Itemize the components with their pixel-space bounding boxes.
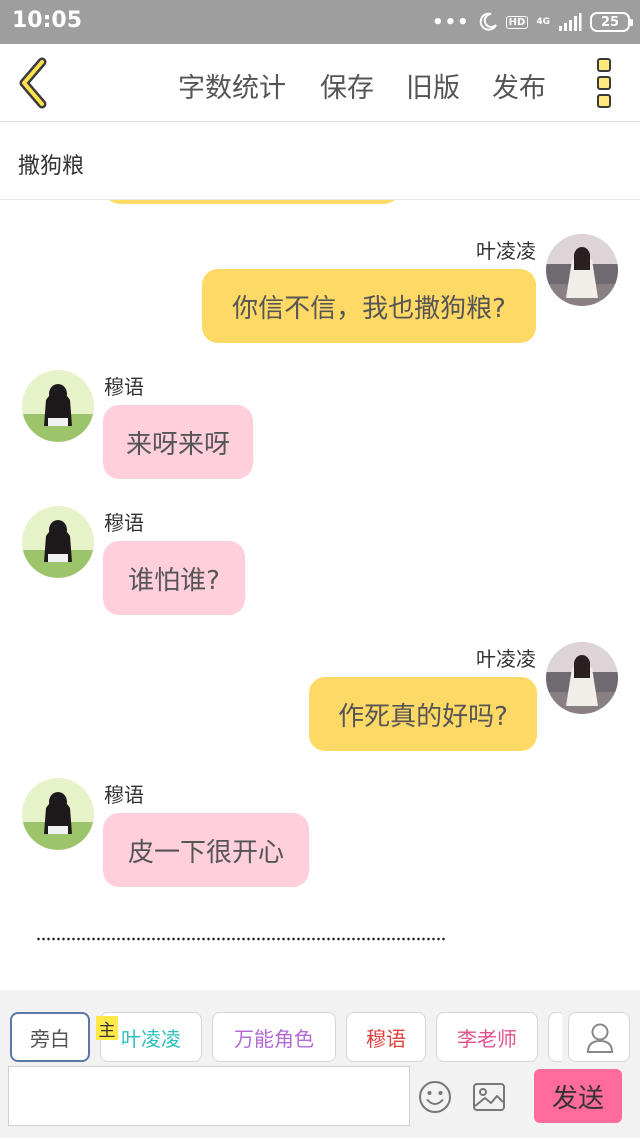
message-bubble[interactable]: 谁怕谁? (103, 541, 245, 615)
notification-dots-icon: ••• (432, 11, 470, 33)
speaker-name: 穆语 (104, 511, 144, 535)
role-label: 穆语 (366, 1026, 406, 1051)
user-button[interactable] (568, 1012, 630, 1062)
message-bubble[interactable]: 皮一下很开心 (103, 813, 309, 887)
main-role-tag: 主 (96, 1016, 118, 1041)
image-icon[interactable] (472, 1081, 506, 1113)
status-time: 10:05 (12, 8, 83, 33)
speaker-name: 叶凌凌 (476, 239, 536, 263)
speaker-name: 穆语 (104, 375, 144, 399)
role-chip[interactable]: 穆语 (346, 1012, 426, 1062)
role-chip[interactable]: 万能角色 (212, 1012, 336, 1062)
avatar[interactable] (22, 506, 94, 578)
message-bubble[interactable]: 你信不信，我也撒狗粮? (202, 269, 536, 343)
emoji-icon[interactable] (418, 1080, 452, 1114)
role-chip-partial[interactable] (548, 1012, 562, 1062)
composer: 旁白 叶凌凌 主 万能角色 穆语 李老师 发送 (0, 990, 640, 1138)
hd-badge: HD (505, 15, 529, 29)
chat-area[interactable]: 叶凌凌 你信不信，我也撒狗粮? 穆语 来呀来呀 穆语 谁怕谁? 叶凌凌 作死真的… (0, 200, 640, 990)
story-title-bar: 撒狗粮 (0, 122, 640, 200)
avatar[interactable] (22, 370, 94, 442)
avatar[interactable] (546, 642, 618, 714)
role-narration[interactable]: 旁白 (10, 1012, 90, 1062)
message-bubble[interactable]: 作死真的好吗? (309, 677, 537, 751)
menu-dot (597, 58, 611, 72)
more-menu-icon[interactable] (590, 56, 618, 110)
signal-icon (559, 13, 582, 31)
old-version-button[interactable]: 旧版 (406, 66, 460, 105)
role-label: 李老师 (457, 1026, 517, 1051)
message-bubble-partial[interactable] (104, 200, 400, 204)
back-chevron-icon (19, 57, 47, 109)
word-count-button[interactable]: 字数统计 (178, 66, 286, 105)
publish-button[interactable]: 发布 (492, 66, 546, 105)
status-bar: 10:05 ••• HD 4G 25 (0, 0, 640, 44)
send-button[interactable]: 发送 (534, 1069, 622, 1123)
user-icon (586, 1023, 614, 1053)
menu-dot (597, 76, 611, 90)
network-type: 4G (536, 16, 550, 27)
back-button[interactable] (12, 56, 56, 110)
battery-level: 25 (600, 14, 620, 30)
message-input[interactable] (8, 1066, 410, 1126)
role-selector: 旁白 叶凌凌 主 万能角色 穆语 李老师 (0, 990, 640, 1064)
status-icons: ••• HD 4G 25 (432, 9, 633, 35)
avatar[interactable] (22, 778, 94, 850)
typing-dotted-line (36, 937, 446, 941)
top-nav: 字数统计 保存 旧版 发布 (0, 44, 640, 122)
story-title[interactable]: 撒狗粮 (18, 148, 84, 180)
speaker-name: 叶凌凌 (476, 647, 536, 671)
moon-icon (479, 12, 497, 31)
role-label: 叶凌凌 (121, 1026, 181, 1051)
message-bubble[interactable]: 来呀来呀 (103, 405, 253, 479)
role-chip[interactable]: 李老师 (436, 1012, 538, 1062)
battery-icon: 25 (590, 12, 633, 32)
speaker-name: 穆语 (104, 783, 144, 807)
menu-dot (597, 94, 611, 108)
avatar[interactable] (546, 234, 618, 306)
role-label: 万能角色 (234, 1026, 314, 1051)
save-button[interactable]: 保存 (320, 66, 374, 105)
